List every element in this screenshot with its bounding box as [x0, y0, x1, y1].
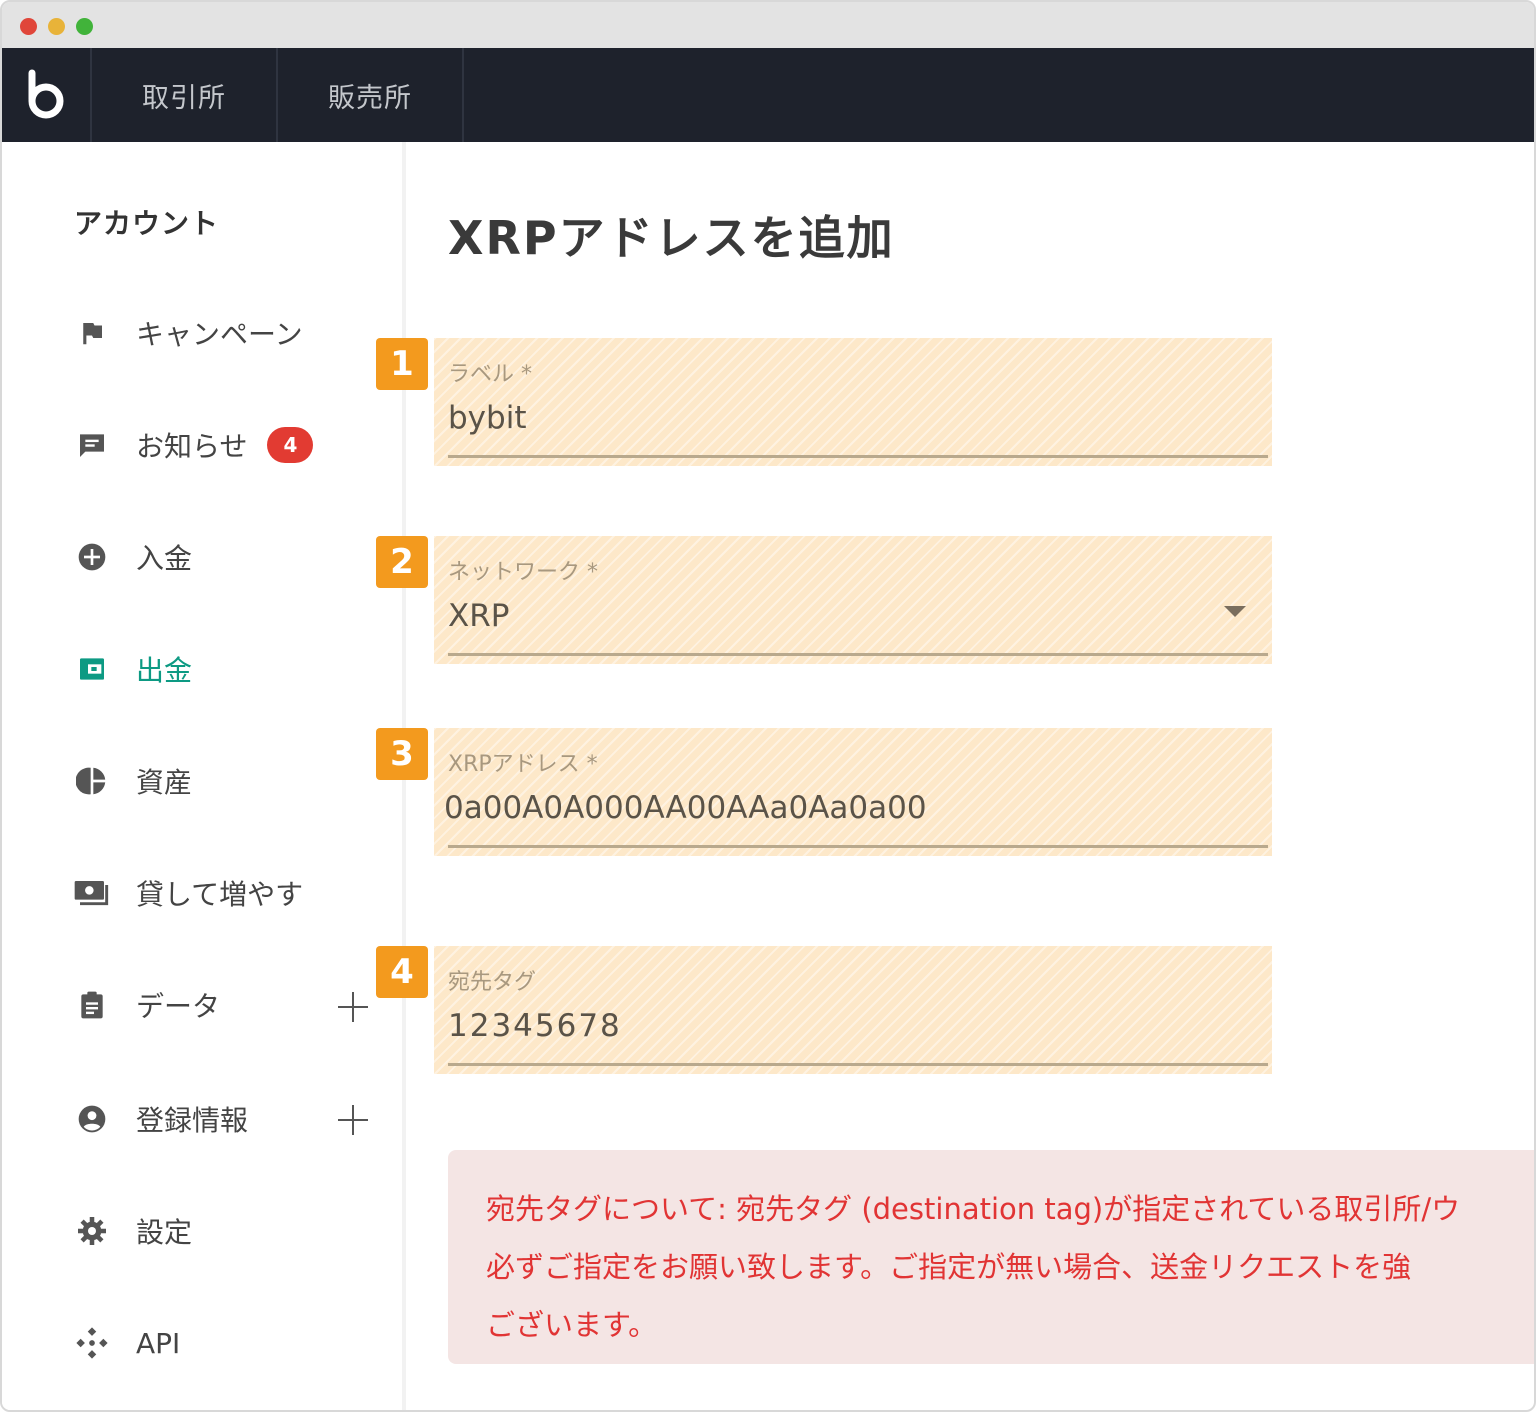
label-field-label: ラベル *	[448, 362, 532, 387]
page-title: XRPアドレスを追加	[448, 211, 895, 265]
label-field[interactable]: ラベル * bybit	[434, 338, 1272, 466]
sidebar-item-campaign[interactable]: キャンペーン	[72, 308, 382, 358]
network-select[interactable]: ネットワーク * XRP	[434, 536, 1272, 664]
sidebar-title: アカウント	[74, 207, 220, 240]
expand-registration-icon[interactable]	[338, 1105, 368, 1135]
network-select-label: ネットワーク *	[448, 560, 598, 585]
destination-tag-field[interactable]: 宛先タグ 12345678	[434, 946, 1272, 1074]
notice-text: 宛先タグについて: 宛先タグ (destination tag)が指定されている…	[486, 1192, 1461, 1342]
network-select-value[interactable]: XRP	[448, 598, 509, 634]
nav-tab-sales[interactable]: 販売所	[278, 48, 462, 142]
field-underline	[448, 653, 1268, 656]
destination-tag-notice: 宛先タグについて: 宛先タグ (destination tag)が指定されている…	[448, 1150, 1534, 1364]
sidebar-item-label: 出金	[136, 654, 193, 687]
cash-icon	[72, 873, 112, 913]
gear-icon	[72, 1211, 112, 1251]
flag-icon	[72, 313, 112, 353]
sidebar-item-settings[interactable]: 設定	[72, 1206, 382, 1256]
step-marker-1: 1	[376, 338, 428, 390]
account-circle-icon	[72, 1099, 112, 1139]
pie-chart-icon	[72, 761, 112, 801]
sidebar-item-assets[interactable]: 資産	[72, 756, 382, 806]
sidebar-item-api[interactable]: API	[72, 1318, 382, 1368]
wallet-icon	[72, 649, 112, 689]
sidebar-item-label: 貸して増やす	[136, 878, 304, 911]
step-marker-2: 2	[376, 536, 428, 588]
close-window-button[interactable]	[20, 18, 37, 35]
expand-data-icon[interactable]	[338, 992, 368, 1022]
sidebar-item-withdraw[interactable]: 出金	[72, 644, 382, 694]
sidebar-item-data[interactable]: データ	[72, 980, 382, 1030]
browser-window: 取引所 販売所 アカウント キャンペーン お知らせ 4 入金 出金 資産 貸して…	[0, 0, 1536, 1412]
field-underline	[448, 845, 1268, 848]
sidebar-item-label: 資産	[136, 766, 193, 799]
sidebar-item-deposit[interactable]: 入金	[72, 532, 382, 582]
field-underline	[448, 1063, 1268, 1066]
sidebar-item-label: 入金	[136, 542, 193, 575]
destination-tag-label: 宛先タグ	[448, 970, 537, 995]
sidebar-item-label: キャンペーン	[136, 318, 303, 351]
clipboard-icon	[72, 985, 112, 1025]
maximize-window-button[interactable]	[76, 18, 93, 35]
xrp-address-label: XRPアドレス *	[448, 752, 598, 777]
xrp-address-field[interactable]: XRPアドレス * 0a00A0A000AA00AAa0Aa0a00	[434, 728, 1272, 856]
step-marker-3: 3	[376, 728, 428, 780]
notification-badge: 4	[267, 427, 314, 463]
sidebar-item-registration[interactable]: 登録情報	[72, 1094, 382, 1144]
xrp-address-value[interactable]: 0a00A0A000AA00AAa0Aa0a00	[444, 790, 927, 826]
nav-tab-exchange[interactable]: 取引所	[92, 48, 276, 142]
sidebar-item-lending[interactable]: 貸して増やす	[72, 868, 382, 918]
destination-tag-value[interactable]: 12345678	[448, 1008, 622, 1044]
sidebar-item-label: お知らせ	[136, 430, 248, 463]
nav-separator	[462, 48, 464, 142]
api-icon	[72, 1323, 112, 1363]
label-field-value[interactable]: bybit	[448, 400, 526, 436]
field-underline	[448, 455, 1268, 458]
sidebar-item-label: データ	[136, 990, 221, 1023]
sidebar-item-news[interactable]: お知らせ 4	[72, 420, 382, 470]
bitbank-logo-icon[interactable]	[2, 48, 90, 142]
plus-circle-icon	[72, 537, 112, 577]
sidebar-item-label: 設定	[136, 1216, 193, 1249]
sidebar-item-label: 登録情報	[136, 1104, 249, 1137]
top-navbar: 取引所 販売所	[2, 48, 1534, 142]
step-marker-4: 4	[376, 946, 428, 998]
window-titlebar	[2, 2, 1534, 48]
minimize-window-button[interactable]	[48, 18, 65, 35]
message-icon	[72, 425, 112, 465]
sidebar-item-label: API	[136, 1326, 181, 1360]
chevron-down-icon[interactable]	[1224, 606, 1246, 617]
